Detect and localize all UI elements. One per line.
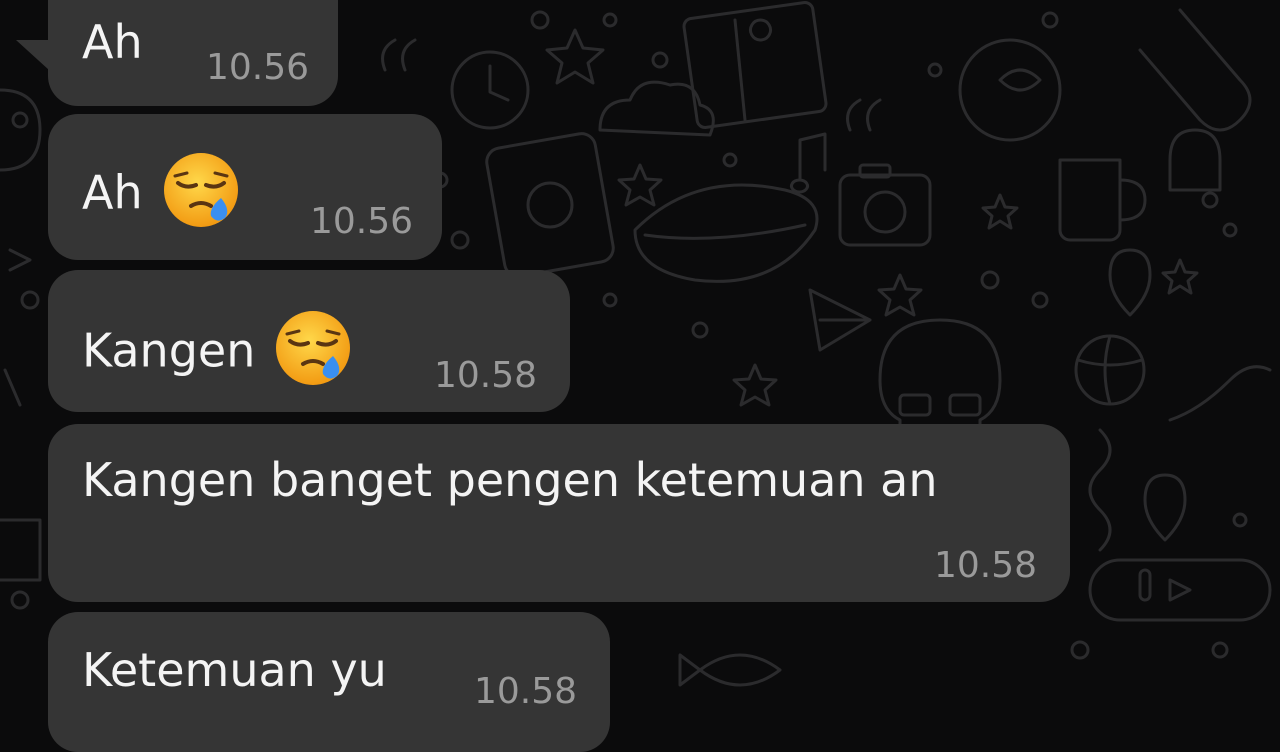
message-bubble[interactable]: Ketemuan yu 10.58 — [48, 612, 610, 752]
message-timestamp: 10.56 — [206, 47, 310, 88]
sleepy-face-icon — [163, 153, 238, 227]
message-bubble[interactable]: Kangen 10.58 — [48, 270, 570, 412]
message-timestamp: 10.58 — [934, 545, 1038, 586]
message-text: Ketemuan yu — [82, 643, 387, 697]
message-text-label: Kangen — [82, 323, 256, 378]
message-bubble[interactable]: Ah 10.56 — [48, 114, 442, 260]
message-timestamp: 10.58 — [474, 671, 578, 712]
message-timestamp: 10.58 — [434, 355, 538, 396]
bubble-tail — [16, 40, 60, 80]
message-text: Ah — [82, 15, 143, 69]
message-bubble[interactable]: Ah 10.56 — [48, 0, 338, 106]
message-list: Ah 10.56 Ah 10.56 Kangen 10.58 Kangen ba… — [0, 0, 1280, 752]
message-bubble[interactable]: Kangen banget pengen ketemuan an 10.58 — [48, 424, 1070, 602]
message-timestamp: 10.56 — [310, 201, 414, 242]
message-text: Kangen banget pengen ketemuan an — [82, 453, 938, 507]
sleepy-face-icon — [276, 311, 351, 385]
message-text: Kangen — [82, 311, 353, 394]
message-text: Ah — [82, 153, 241, 236]
message-text-label: Ah — [82, 165, 143, 220]
